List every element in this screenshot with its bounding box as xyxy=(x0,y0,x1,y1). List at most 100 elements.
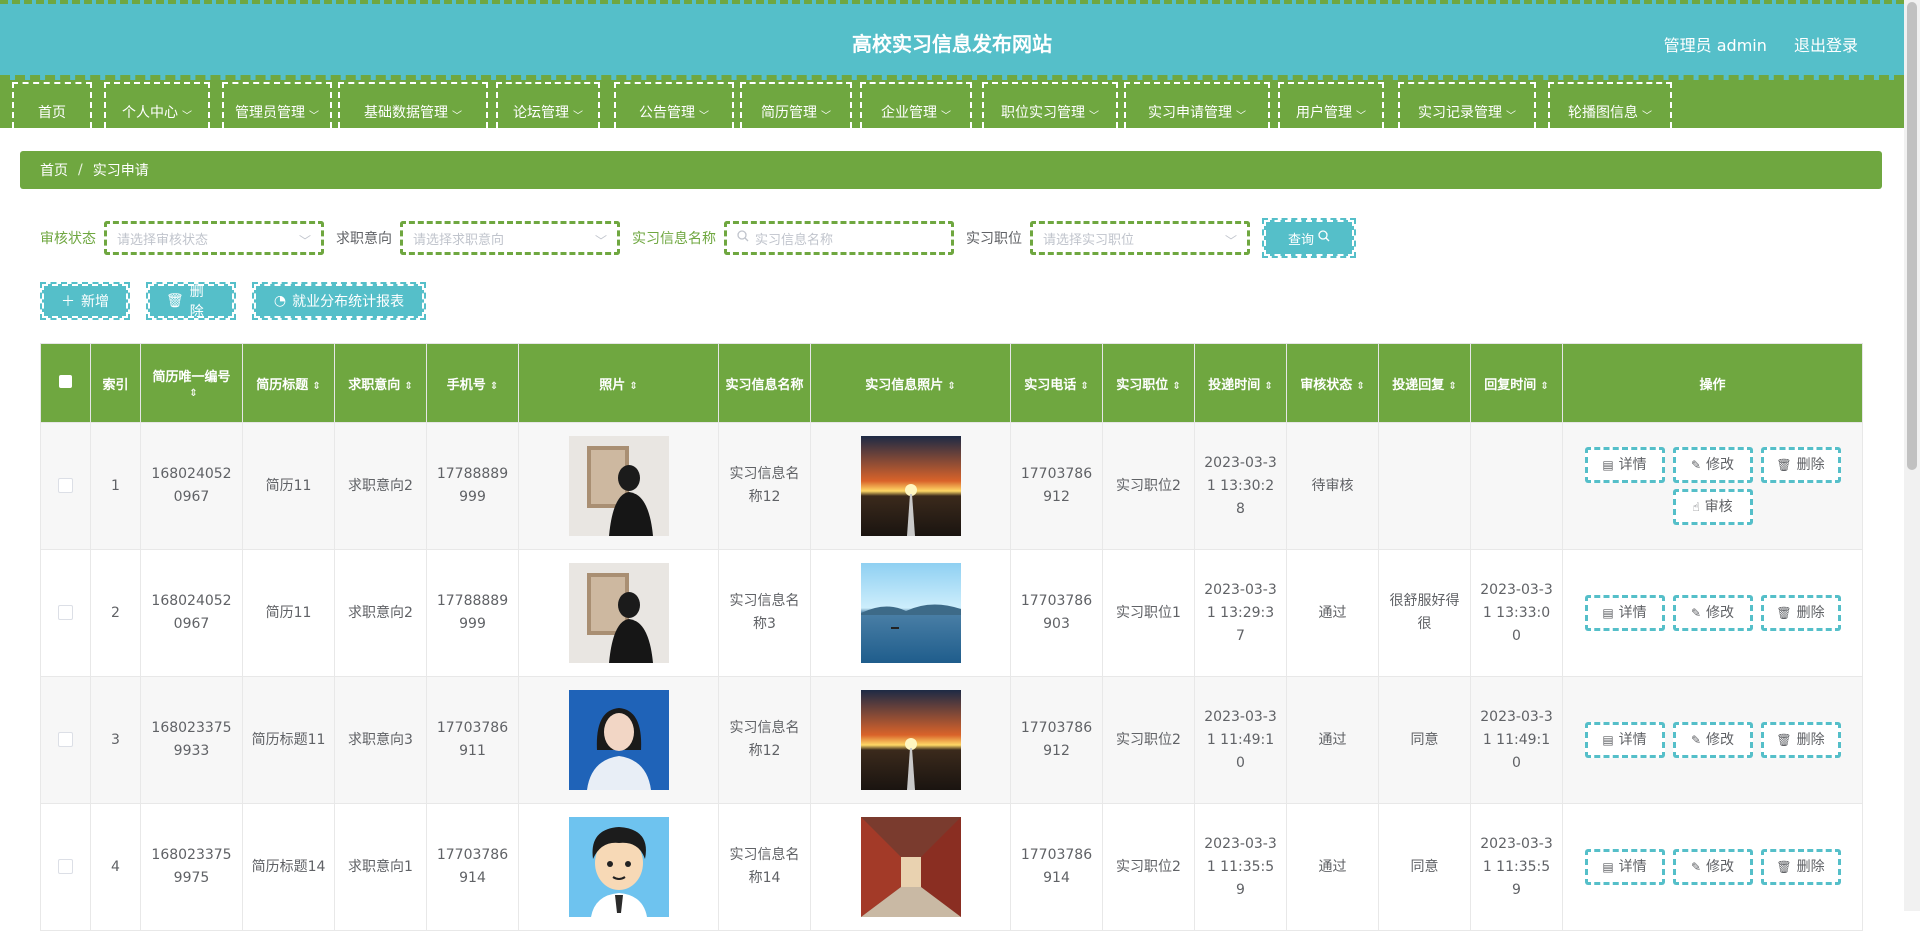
add-button[interactable]: ＋ 新增 xyxy=(40,282,130,320)
edit-button[interactable]: ✎ 修改 xyxy=(1672,722,1753,758)
internship-photo[interactable] xyxy=(860,690,961,790)
cell-reply xyxy=(1378,422,1471,550)
report-button[interactable]: ◔ 就业分布统计报表 xyxy=(252,282,426,320)
row-checkbox[interactable] xyxy=(58,859,73,874)
nav-item-7[interactable]: 企业管理 ﹀ xyxy=(860,82,972,128)
cell-status: 通过 xyxy=(1286,676,1379,804)
nav-item-8[interactable]: 职位实习管理 ﹀ xyxy=(982,82,1118,128)
resume-photo[interactable] xyxy=(568,690,669,790)
breadcrumb: 首页 / 实习申请 xyxy=(20,151,1882,189)
nav-item-6[interactable]: 简历管理 ﹀ xyxy=(740,82,852,128)
internship-photo[interactable] xyxy=(860,563,961,663)
row-checkbox[interactable] xyxy=(58,605,73,620)
batch-delete-button[interactable]: 🗑 删除 xyxy=(146,282,236,320)
edit-button[interactable]: ✎ 修改 xyxy=(1672,595,1753,631)
delete-button[interactable]: 🗑 删除 xyxy=(1760,447,1841,483)
edit-button[interactable]: ✎ 修改 xyxy=(1672,447,1753,483)
breadcrumb-home[interactable]: 首页 xyxy=(40,160,68,180)
nav-item-2[interactable]: 管理员管理 ﹀ xyxy=(222,82,332,128)
nav-item-12[interactable]: 轮播图信息 ﹀ xyxy=(1548,82,1672,128)
cell-position: 实习职位2 xyxy=(1102,676,1195,804)
column-header[interactable]: 实习职位 ⇕ xyxy=(1102,343,1195,423)
row-select-cell[interactable] xyxy=(40,549,91,677)
delete-button[interactable]: 🗑 删除 xyxy=(1760,722,1841,758)
row-select-cell[interactable] xyxy=(40,803,91,931)
chevron-down-icon: ﹀ xyxy=(1089,111,1099,122)
breadcrumb-separator: / xyxy=(78,162,83,178)
delete-button[interactable]: 🗑 删除 xyxy=(1760,595,1841,631)
delete-label: 删除 xyxy=(1796,858,1825,875)
column-header[interactable]: 审核状态 ⇕ xyxy=(1286,343,1379,423)
internship-photo[interactable] xyxy=(860,436,961,536)
cell-time: 2023-03-31 11:49:10 xyxy=(1194,676,1287,804)
review-button[interactable]: ☝ 审核 xyxy=(1672,489,1753,525)
column-header[interactable]: 照片 ⇕ xyxy=(518,343,719,423)
internship-photo[interactable] xyxy=(860,817,961,917)
page-scrollbar[interactable] xyxy=(1904,0,1920,911)
sort-icon[interactable]: ⇕ xyxy=(947,381,955,392)
column-header[interactable]: 投递回复 ⇕ xyxy=(1378,343,1471,423)
detail-button[interactable]: ▤ 详情 xyxy=(1584,849,1665,885)
row-checkbox[interactable] xyxy=(58,732,73,747)
edit-label: 修改 xyxy=(1706,604,1735,621)
nav-item-1[interactable]: 个人中心 ﹀ xyxy=(104,82,210,128)
delete-button[interactable]: 🗑 删除 xyxy=(1760,849,1841,885)
scrollbar-thumb[interactable] xyxy=(1907,2,1917,470)
cell-title: 简历标题11 xyxy=(242,676,335,804)
trash-icon: 🗑 xyxy=(166,293,184,309)
resume-photo[interactable] xyxy=(568,817,669,917)
column-header[interactable]: 简历标题 ⇕ xyxy=(242,343,335,423)
select-all-checkbox[interactable] xyxy=(59,374,72,388)
position-select[interactable]: 请选择实习职位 ﹀ xyxy=(1030,221,1250,255)
row-checkbox[interactable] xyxy=(58,478,73,493)
nav-item-4[interactable]: 论坛管理 ﹀ xyxy=(496,82,600,128)
cell-time: 2023-03-31 13:30:28 xyxy=(1194,422,1287,550)
nav-item-3[interactable]: 基础数据管理 ﹀ xyxy=(338,82,488,128)
trash-icon: 🗑 xyxy=(1776,605,1792,620)
sort-icon[interactable]: ⇕ xyxy=(1264,381,1272,392)
nav-item-0[interactable]: 首页 xyxy=(12,82,92,128)
sort-icon[interactable]: ⇕ xyxy=(629,381,637,392)
row-select-cell[interactable] xyxy=(40,676,91,804)
cell-title: 简历11 xyxy=(242,422,335,550)
info-name-input[interactable]: 实习信息名称 xyxy=(724,221,954,255)
logout-link[interactable]: 退出登录 xyxy=(1794,36,1858,55)
nav-item-11[interactable]: 实习记录管理 ﹀ xyxy=(1398,82,1536,128)
sort-icon[interactable]: ⇕ xyxy=(189,388,197,399)
sort-icon[interactable]: ⇕ xyxy=(1080,381,1088,392)
sort-icon[interactable]: ⇕ xyxy=(1356,381,1364,392)
select-all-cell[interactable] xyxy=(40,343,91,423)
column-header[interactable]: 简历唯一编号 ⇕ xyxy=(140,343,243,423)
nav-item-5[interactable]: 公告管理 ﹀ xyxy=(614,82,734,128)
sort-icon[interactable]: ⇕ xyxy=(1540,381,1548,392)
column-header[interactable]: 手机号 ⇕ xyxy=(426,343,519,423)
sort-icon[interactable]: ⇕ xyxy=(1172,381,1180,392)
nav-item-10[interactable]: 用户管理 ﹀ xyxy=(1278,82,1384,128)
detail-button[interactable]: ▤ 详情 xyxy=(1584,595,1665,631)
edit-button[interactable]: ✎ 修改 xyxy=(1672,849,1753,885)
sort-icon[interactable]: ⇕ xyxy=(1448,381,1456,392)
column-header[interactable]: 实习信息照片 ⇕ xyxy=(810,343,1011,423)
info-name-label: 实习信息名称 xyxy=(632,231,716,247)
column-header[interactable]: 求职意向 ⇕ xyxy=(334,343,427,423)
nav-item-9[interactable]: 实习申请管理 ﹀ xyxy=(1124,82,1270,128)
sort-icon[interactable]: ⇕ xyxy=(312,381,320,392)
column-header: 操作 xyxy=(1562,343,1863,423)
delete-label: 删除 xyxy=(189,284,204,320)
intent-select[interactable]: 请选择求职意向 ﹀ xyxy=(400,221,620,255)
sort-icon[interactable]: ⇕ xyxy=(404,381,412,392)
sort-icon[interactable]: ⇕ xyxy=(490,381,498,392)
query-button[interactable]: 查询 xyxy=(1262,218,1356,258)
column-header[interactable]: 实习电话 ⇕ xyxy=(1010,343,1103,423)
resume-photo[interactable] xyxy=(568,436,669,536)
column-header[interactable]: 回复时间 ⇕ xyxy=(1470,343,1563,423)
detail-button[interactable]: ▤ 详情 xyxy=(1584,722,1665,758)
status-select[interactable]: 请选择审核状态 ﹀ xyxy=(104,221,324,255)
resume-photo[interactable] xyxy=(568,563,669,663)
column-header-label: 审核状态 xyxy=(1300,377,1353,393)
cell-tel: 17703786912 xyxy=(1010,676,1103,804)
row-select-cell[interactable] xyxy=(40,422,91,550)
chevron-down-icon: ﹀ xyxy=(1236,111,1246,122)
column-header[interactable]: 投递时间 ⇕ xyxy=(1194,343,1287,423)
detail-button[interactable]: ▤ 详情 xyxy=(1584,447,1665,483)
